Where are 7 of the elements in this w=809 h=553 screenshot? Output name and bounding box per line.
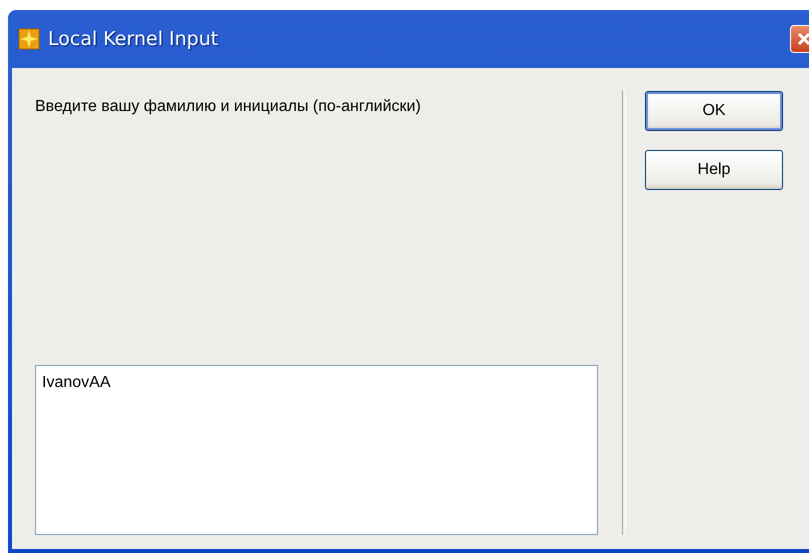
ok-button[interactable]: OK — [645, 91, 783, 131]
app-icon — [18, 28, 40, 50]
help-button[interactable]: Help — [645, 150, 783, 190]
close-icon — [796, 31, 809, 47]
prompt-text: Введите вашу фамилию и инициалы (по-английски) — [35, 97, 422, 117]
window-title: Local Kernel Input — [48, 28, 218, 50]
input-field[interactable]: IvanovAA — [35, 365, 598, 535]
